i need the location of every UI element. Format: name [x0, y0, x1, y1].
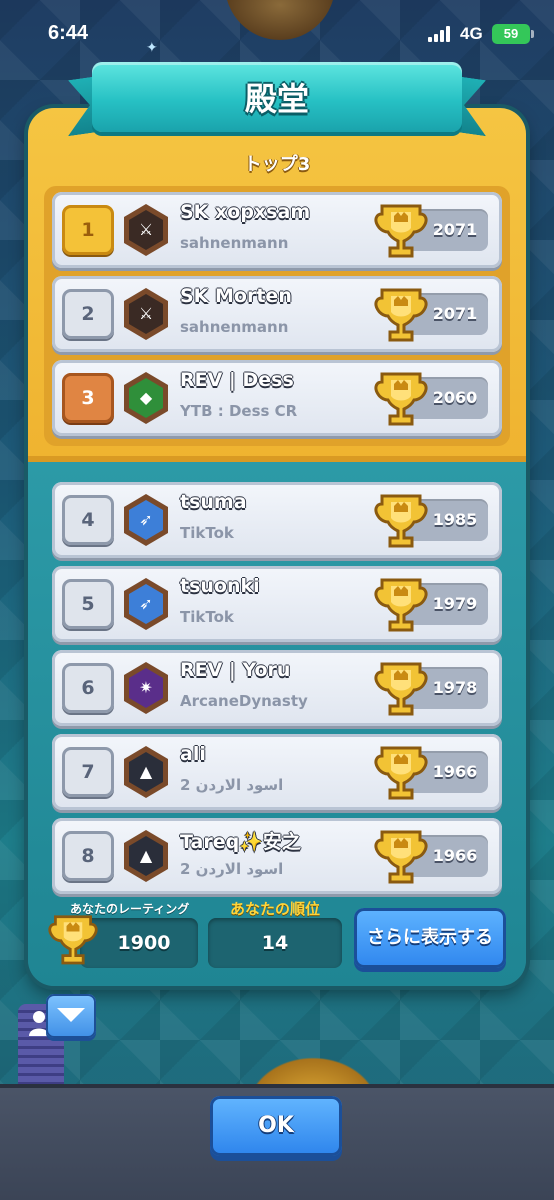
player-row[interactable]: 7 ▲ ali اسود الاردن 2 1966: [52, 734, 502, 810]
clan-name: ArcaneDynasty: [180, 692, 308, 710]
rank-badge: 1: [62, 205, 114, 255]
badge-glyph: ▲: [139, 762, 153, 781]
badge-glyph: ⚔: [138, 304, 154, 323]
player-name: Tareq✨安之: [180, 831, 301, 853]
player-row[interactable]: 1 ⚔ SK xopxsam sahnenmann 2071: [52, 192, 502, 268]
trophy-icon: [374, 746, 428, 800]
player-row[interactable]: 6 ✷ REV | Yoru ArcaneDynasty 1978: [52, 650, 502, 726]
clan-name: TikTok: [180, 608, 234, 626]
rank-badge: 5: [62, 579, 114, 629]
clan-name: TikTok: [180, 524, 234, 542]
trophy-icon: [374, 372, 428, 426]
player-name: REV | Yoru: [180, 659, 291, 681]
top3-label: トップ3: [243, 154, 311, 175]
trophy-icon: [374, 494, 428, 548]
player-name: tsuma: [180, 491, 247, 513]
badge-glyph: ⚔: [138, 220, 154, 239]
badge-glyph: ➶: [139, 594, 153, 613]
rank-badge: 6: [62, 663, 114, 713]
clan-name: اسود الاردن 2: [180, 860, 284, 878]
trophy-icon: [48, 915, 98, 965]
clan-name: sahnenmann: [180, 318, 289, 336]
rank-badge: 4: [62, 495, 114, 545]
my-rank-value: 14: [208, 918, 342, 968]
player-name: ali: [180, 743, 206, 765]
clan-name: sahnenmann: [180, 234, 289, 252]
badge-glyph: ▲: [139, 846, 153, 865]
bamboo-clan-badge-icon: ⚔: [124, 204, 168, 256]
mountain-clan-badge-icon: ▲: [124, 830, 168, 882]
chevron-down-icon: [57, 1008, 85, 1022]
mountain-clan-badge-icon: ▲: [124, 746, 168, 798]
network-type: 4G: [460, 24, 483, 43]
starburst-clan-badge-icon: ✷: [124, 662, 168, 714]
badge-glyph: ➶: [139, 510, 153, 529]
rank-badge: 2: [62, 289, 114, 339]
bamboo-clan-badge-icon: ⚔: [124, 288, 168, 340]
battery-icon: 59: [492, 24, 534, 44]
player-row[interactable]: 5 ➶ tsuonki TikTok 1979: [52, 566, 502, 642]
page-title: 殿堂: [244, 80, 309, 118]
rank-badge: 7: [62, 747, 114, 797]
player-name: SK xopxsam: [180, 201, 311, 223]
clan-name: اسود الاردن 2: [180, 776, 284, 794]
show-more-button[interactable]: さらに表示する: [354, 908, 506, 968]
collapse-button[interactable]: [46, 994, 96, 1038]
player-row[interactable]: 2 ⚔ SK Morten sahnenmann 2071: [52, 276, 502, 352]
player-row[interactable]: 8 ▲ Tareq✨安之 اسود الاردن 2 1966: [52, 818, 502, 894]
badge-glyph: ✷: [139, 678, 153, 697]
battery-level: 59: [503, 26, 519, 41]
arrow-clan-badge-icon: ➶: [124, 494, 168, 546]
rank-badge: 8: [62, 831, 114, 881]
player-name: SK Morten: [180, 285, 292, 307]
ok-button[interactable]: OK: [210, 1096, 342, 1156]
player-row[interactable]: 3 ◆ REV | Dess YTB : Dess CR 2060: [52, 360, 502, 436]
trophy-icon: [374, 204, 428, 258]
trophy-icon: [374, 662, 428, 716]
status-time: 6:44: [48, 22, 89, 44]
trophy-icon: [374, 830, 428, 884]
player-row[interactable]: 4 ➶ tsuma TikTok 1985: [52, 482, 502, 558]
rank-badge: 3: [62, 373, 114, 423]
emerald-clan-badge-icon: ◆: [124, 372, 168, 424]
trophy-icon: [374, 288, 428, 342]
signal-icon: [428, 26, 454, 42]
status-bar: 6:44 4G 59: [0, 0, 554, 70]
player-name: tsuonki: [180, 575, 260, 597]
my-rank-label: あなたの順位: [229, 900, 320, 918]
player-name: REV | Dess: [180, 369, 294, 391]
trophy-icon: [374, 578, 428, 632]
badge-glyph: ◆: [139, 388, 153, 407]
clan-name: YTB : Dess CR: [180, 402, 298, 420]
arrow-clan-badge-icon: ➶: [124, 578, 168, 630]
